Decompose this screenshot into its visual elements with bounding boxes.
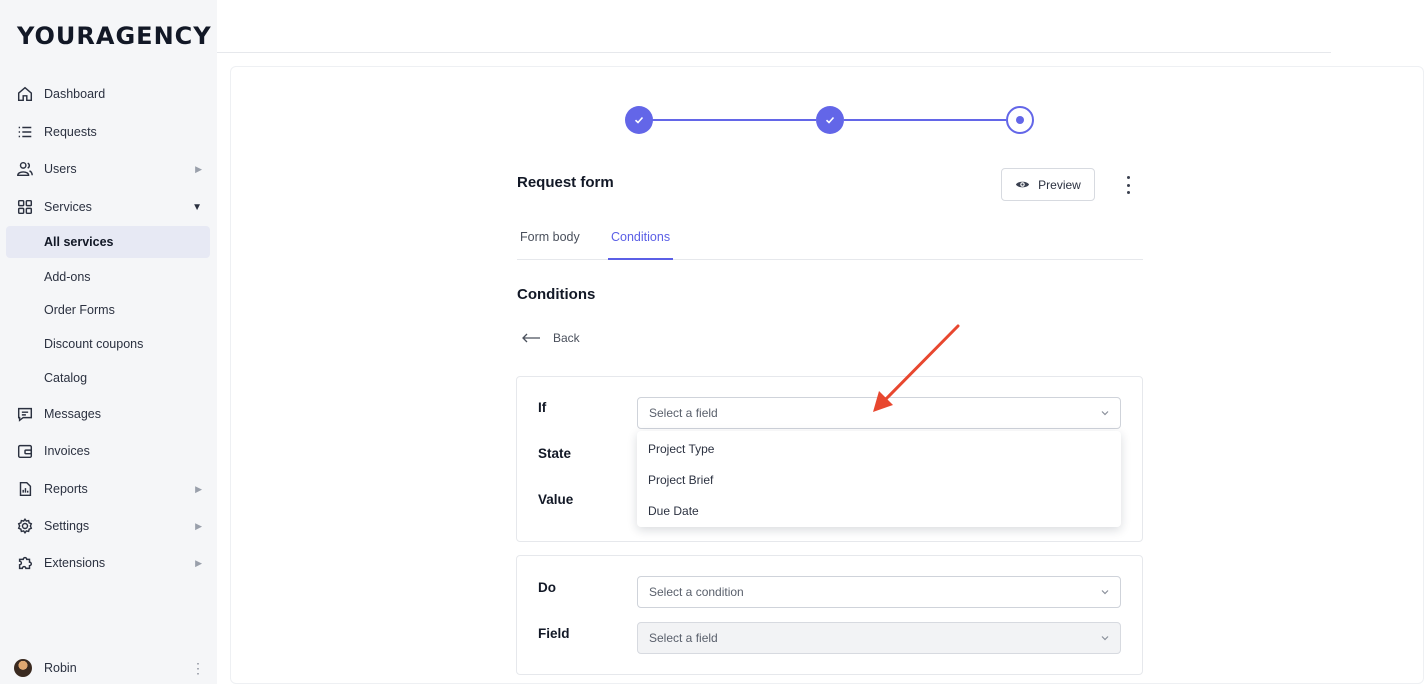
gear-icon [14,515,36,537]
sidebar-item-extensions[interactable]: Extensions ▶ [6,547,210,579]
sidebar-item-settings[interactable]: Settings ▶ [6,510,210,542]
sidebar-item-label: Settings [44,519,90,533]
arrow-left-icon [522,333,540,343]
dropdown-option-project-brief[interactable]: Project Brief [637,464,1121,495]
current-step-dot [1016,116,1024,124]
sidebar-item-label: Services [44,200,92,214]
sidebar-item-label: Messages [44,407,101,421]
sidebar-item-reports[interactable]: Reports ▶ [6,473,210,505]
tab-form-body[interactable]: Form body [517,224,583,260]
user-name: Robin [44,661,77,675]
do-condition-select[interactable]: Select a condition [637,576,1121,608]
sidebar-item-label: Requests [44,125,97,139]
dropdown-option-due-date[interactable]: Due Date [637,495,1121,526]
check-icon [634,116,644,124]
do-label: Do [538,580,556,595]
sidebar-subitem-discount-coupons[interactable]: Discount coupons [6,328,210,360]
wallet-icon [14,440,36,462]
stepper-step-current[interactable] [1006,106,1034,134]
value-label: Value [538,492,574,507]
state-label: State [538,446,572,461]
do-action-panel [516,555,1143,675]
sidebar-item-label: Invoices [44,444,90,458]
tab-conditions[interactable]: Conditions [608,224,674,260]
sidebar-subitem-add-ons[interactable]: Add-ons [6,261,210,293]
chevron-down-icon [1101,636,1109,641]
caret-right-icon: ▶ [195,520,202,531]
user-menu[interactable]: Robin ⋮ [14,656,210,680]
caret-right-icon: ▶ [195,483,202,494]
report-icon [14,478,36,500]
eye-icon [1016,181,1030,188]
dropdown-option-project-type[interactable]: Project Type [637,433,1121,464]
chevron-down-icon [1101,411,1109,416]
sidebar-item-requests[interactable]: Requests [6,116,210,148]
field-dropdown-menu: Project Type Project Brief Due Date [637,431,1121,527]
sidebar-subitem-order-forms[interactable]: Order Forms [6,294,210,326]
caret-right-icon: ▶ [195,163,202,174]
if-field-placeholder: Select a field [649,406,718,420]
caret-down-icon: ▼ [192,201,202,213]
kebab-dot [1126,176,1130,179]
sidebar-item-label: Reports [44,482,88,496]
sidebar-subitem-all-services[interactable]: All services [6,226,210,258]
chevron-down-icon [1101,590,1109,595]
do-condition-placeholder: Select a condition [649,585,744,599]
brand-logo[interactable]: YOURAGENCY [17,22,212,50]
sidebar: YOURAGENCY Dashboard Requests Users ▶ Se… [0,0,217,684]
users-icon [14,158,36,180]
sidebar-item-messages[interactable]: Messages [6,398,210,430]
do-field-placeholder: Select a field [649,631,718,645]
list-icon [14,121,36,143]
back-link[interactable]: Back [521,331,580,345]
sidebar-item-users[interactable]: Users ▶ [6,153,210,185]
check-icon [825,116,835,124]
sidebar-item-label: Extensions [44,556,106,570]
sidebar-item-label: Users [44,162,77,176]
grid-icon [14,196,36,218]
sidebar-item-services[interactable]: Services ▼ [6,191,210,223]
section-title: Conditions [517,286,596,303]
sidebar-item-dashboard[interactable]: Dashboard [6,78,210,110]
sidebar-item-invoices[interactable]: Invoices [6,435,210,467]
back-label: Back [553,331,580,345]
tab-bar: Form body Conditions [517,224,1143,260]
stepper-step-completed[interactable] [816,106,844,134]
puzzle-icon [14,552,36,574]
top-bar [217,0,1331,53]
sidebar-subitem-catalog[interactable]: Catalog [6,362,210,394]
stepper-step-completed[interactable] [625,106,653,134]
do-field-select[interactable]: Select a field [637,622,1121,654]
kebab-dot [1126,191,1130,194]
caret-right-icon: ▶ [195,557,202,568]
message-icon [14,403,36,425]
if-field-select[interactable]: Select a field [637,397,1121,429]
more-vertical-icon[interactable]: ⋮ [191,660,205,677]
preview-button[interactable]: Preview [1001,168,1095,201]
page-title: Request form [517,174,614,191]
home-icon [14,83,36,105]
if-label: If [538,400,547,415]
stepper-line [844,119,1006,121]
avatar [14,659,32,677]
kebab-dot [1126,183,1130,187]
preview-label: Preview [1038,177,1081,192]
stepper-line [652,119,816,121]
more-options-button[interactable] [1120,174,1136,196]
field-label: Field [538,626,570,641]
sidebar-item-label: Dashboard [44,87,106,101]
